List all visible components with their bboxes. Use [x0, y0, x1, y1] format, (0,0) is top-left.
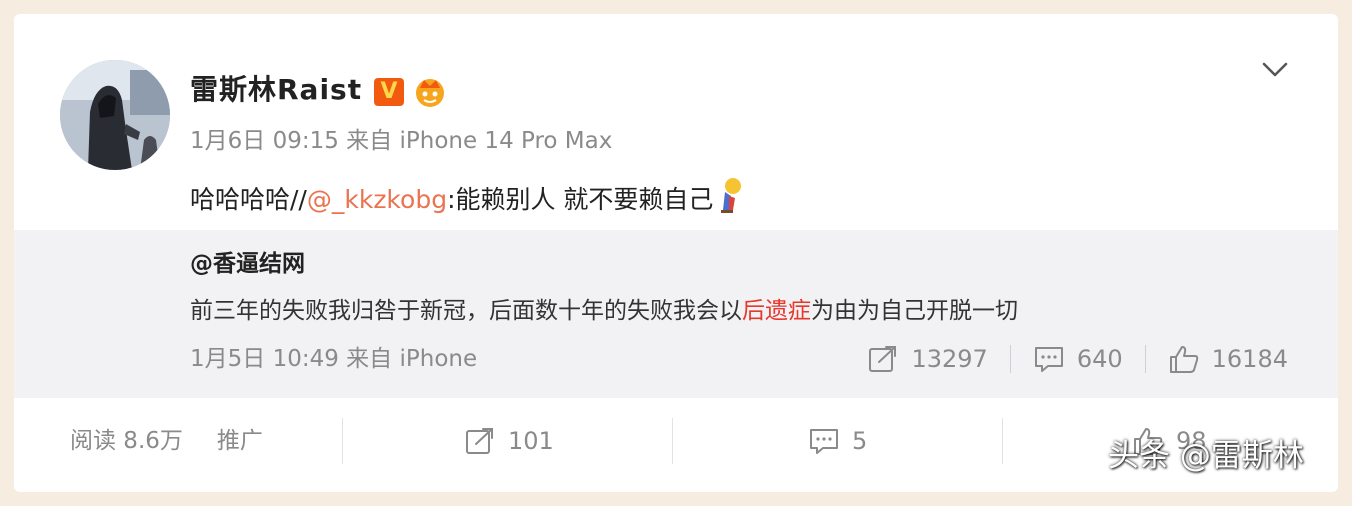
repost-text-after: 为由为自己开脱一切: [811, 298, 1018, 324]
repost-share-button[interactable]: 13297: [867, 344, 988, 374]
repost-text: 前三年的失败我归咎于新冠，后面数十年的失败我会以后遗症为由为自己开脱一切: [190, 294, 1018, 328]
divider: [672, 418, 673, 464]
read-count: 阅读 8.6万: [70, 428, 183, 454]
repost-share-count: 13297: [911, 345, 988, 373]
verified-badge: V: [374, 78, 404, 106]
watermark: 头条 @雷斯林: [1108, 438, 1304, 474]
divider: [1144, 345, 1146, 373]
post-content: 哈哈哈哈//@_kkzkobg:能赖别人 就不要赖自己: [190, 176, 745, 220]
share-icon: [466, 428, 493, 454]
divider: [1009, 345, 1011, 373]
repost-like-count: 16184: [1211, 345, 1288, 373]
repost-stats: 13297 640 16184: [867, 342, 1288, 376]
comment-count: 5: [852, 427, 868, 455]
repost-text-before: 前三年的失败我归咎于新冠，后面数十年的失败我会以: [190, 298, 742, 324]
repost-like-button[interactable]: 16184: [1168, 344, 1288, 374]
divider: [342, 418, 343, 464]
promote-button[interactable]: 推广: [217, 428, 263, 454]
post-meta: 1月6日 09:15 来自 iPhone 14 Pro Max: [190, 128, 613, 154]
read-stats: 阅读 8.6万 推广: [70, 424, 263, 458]
repost-meta: 1月5日 10:49 来自 iPhone: [190, 346, 478, 372]
avatar[interactable]: [60, 60, 170, 170]
share-icon: [869, 346, 897, 372]
comment-icon: [810, 429, 838, 454]
vip-crown-icon: [416, 79, 444, 107]
author-name[interactable]: 雷斯林Raist: [190, 72, 362, 108]
repost-comment-button[interactable]: 640: [1033, 344, 1123, 374]
divider: [1002, 418, 1003, 464]
repost-comment-count: 640: [1076, 345, 1123, 373]
post-text-suffix: :能赖别人 就不要赖自己: [447, 185, 714, 214]
share-count: 101: [508, 427, 554, 455]
share-button[interactable]: 101: [464, 424, 554, 458]
comment-icon: [1034, 347, 1063, 372]
post-text-prefix: 哈哈哈哈//: [190, 185, 307, 214]
chevron-down-icon[interactable]: [1260, 56, 1290, 84]
like-icon: [1169, 346, 1198, 373]
reposted-weibo[interactable]: @香逼结网 前三年的失败我归咎于新冠，后面数十年的失败我会以后遗症为由为自己开脱…: [14, 230, 1338, 398]
mention-link[interactable]: @_kkzkobg: [307, 185, 447, 214]
repost-author[interactable]: @香逼结网: [190, 248, 305, 280]
emoji-icon: [721, 178, 742, 213]
repost-highlight[interactable]: 后遗症: [742, 298, 811, 324]
weibo-post-card: 雷斯林Raist V 1月6日 09:15 来自 iPhone 14 Pro M…: [14, 14, 1338, 492]
comment-button[interactable]: 5: [808, 424, 867, 458]
